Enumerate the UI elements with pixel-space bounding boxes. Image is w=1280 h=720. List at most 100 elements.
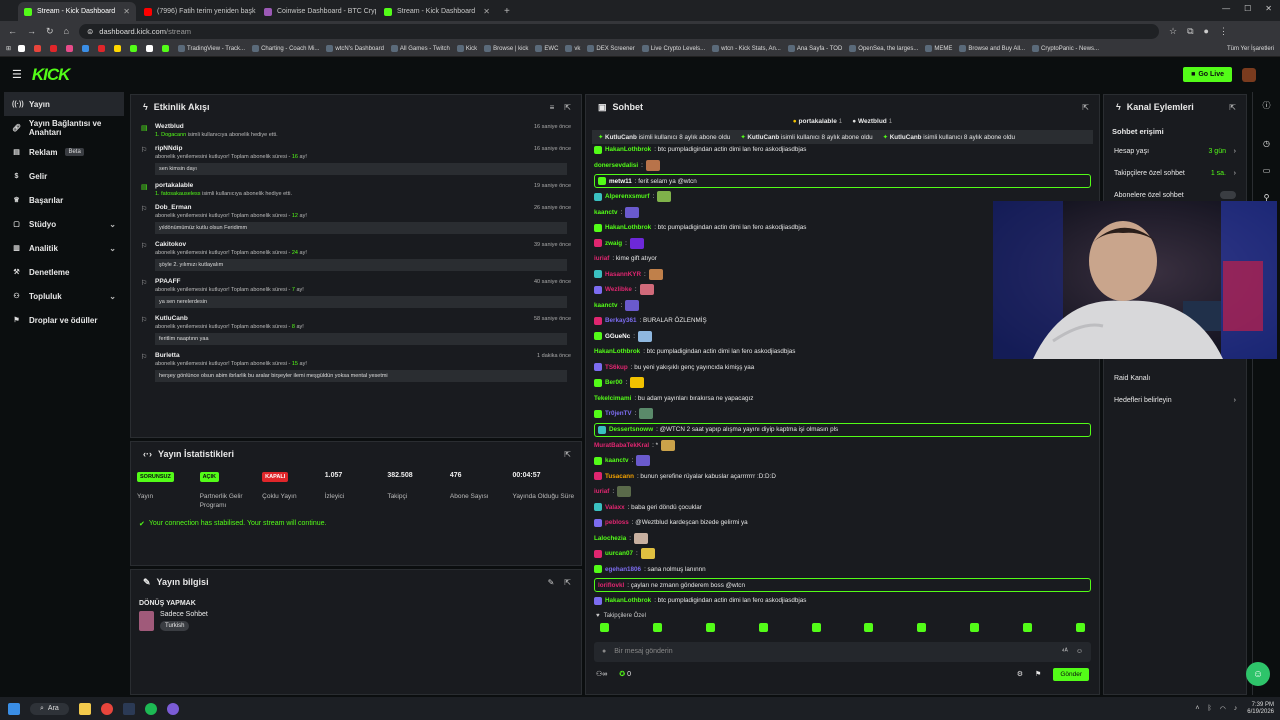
chat-username[interactable]: metw11 — [609, 178, 632, 185]
chat-username[interactable]: TS6kup — [605, 364, 628, 371]
bluetooth-icon[interactable]: ᛒ — [1207, 705, 1211, 712]
apps-icon[interactable]: ⊞ — [6, 45, 11, 52]
gear-icon[interactable]: ⚙ — [1017, 670, 1023, 678]
chat-access-row[interactable]: Hesap yaşı 3 gün › — [1104, 140, 1246, 162]
chat-message[interactable]: MuratBabaTekKral: * — [586, 438, 1099, 454]
activity-item[interactable]: ⚐ KutluCanb 58 saniye önce abonelik yenilem… — [131, 311, 581, 348]
chat-username[interactable]: pebloss — [605, 519, 629, 526]
chat-message[interactable]: TS6kup: bu yeni yakışıklı genç yayıncıda… — [586, 360, 1099, 376]
profile-icon[interactable]: ● — [1204, 26, 1209, 36]
channel-action-row[interactable]: Hedefleri belirleyin › — [1104, 389, 1246, 411]
taskbar-search[interactable]: ⌕ Ara — [30, 702, 69, 715]
chat-message[interactable]: HakanLothbrok: btc pumpladigindan actin … — [586, 142, 1099, 158]
category-thumbnail[interactable] — [139, 611, 154, 631]
file-explorer-icon[interactable] — [78, 702, 91, 715]
chat-message[interactable]: Tusacann: bunun şerefine rüyalar kabusla… — [586, 469, 1099, 485]
all-bookmarks[interactable]: Tüm Yer İşaretleri — [1227, 46, 1274, 52]
window-controls[interactable]: — ☐ ✕ — [1222, 4, 1272, 13]
sidebar-item-topluluk[interactable]: ⚇ Topluluk ⌄ — [0, 284, 128, 308]
sidebar-item-yay-n[interactable]: ((·)) Yayın — [4, 92, 124, 116]
chrome-icon[interactable] — [100, 702, 113, 715]
bookmark-item[interactable]: DEX Screener — [587, 44, 635, 52]
chat-message[interactable]: loriflovkl: çayları ne zmann gönderem bo… — [594, 578, 1091, 592]
popout-icon[interactable]: ⇱ — [564, 450, 571, 459]
pinned-gifter[interactable]: ● Weztblud 1 — [852, 118, 892, 127]
emoji-icon[interactable]: ☺ — [1076, 648, 1083, 655]
activity-item[interactable]: ▤ portakalable 19 saniye önce 1. fatosakaus… — [131, 178, 581, 200]
bookmark-item[interactable]: Browse and Buy All... — [959, 44, 1025, 52]
back-icon[interactable]: ← — [8, 26, 17, 36]
bookmark-item[interactable]: MEME — [925, 44, 952, 52]
popout-icon[interactable]: ⇱ — [1082, 103, 1089, 112]
emote-shortcut-icon[interactable] — [705, 622, 715, 632]
star-icon[interactable]: ☆ — [1169, 26, 1177, 37]
home-icon[interactable]: ⌂ — [64, 26, 69, 36]
emote-shortcut-icon[interactable] — [864, 622, 874, 632]
chat-message[interactable]: Valaxx: baba geri döndü çocuklar — [586, 500, 1099, 516]
clock[interactable]: 7:39 PM 6/19/2026 — [1247, 702, 1274, 716]
filter-icon[interactable]: ≡ — [550, 103, 555, 112]
chat-username[interactable]: HakanLothbrok — [594, 348, 640, 355]
bookmark-favicon-icon[interactable] — [146, 45, 154, 52]
chat-username[interactable]: loriflovkl — [598, 582, 624, 589]
browser-tab[interactable]: Stream - Kick Dashboard ✕ — [378, 2, 496, 21]
emote-shortcut-icon[interactable] — [917, 622, 927, 632]
sidebar-item-reklam[interactable]: ▤ Reklam Beta — [0, 140, 128, 164]
chat-message[interactable]: iuriaf: — [586, 484, 1099, 500]
chat-message[interactable]: uurcan07: — [586, 546, 1099, 562]
chat-message[interactable]: egehan1806: sana nolmuş lanınnn — [586, 562, 1099, 578]
bookmark-item[interactable]: wtcN's Dashboard — [326, 44, 384, 52]
bookmark-item[interactable]: Browse | kick — [484, 44, 528, 52]
windows-start-icon[interactable] — [8, 702, 20, 715]
emote-shortcut-icon[interactable] — [600, 622, 609, 632]
url-field[interactable]: ⊜ dashboard.kick.com/stream — [78, 23, 1159, 39]
chat-message[interactable]: Tekelcimami: bu adam yayınları bırakırsa… — [586, 391, 1099, 407]
bookmark-item[interactable]: vk — [565, 44, 580, 52]
chat-username[interactable]: Dessertsnoww — [609, 426, 653, 433]
emote-shortcut-icon[interactable] — [970, 622, 980, 632]
chat-message[interactable]: Lalochezia: — [586, 531, 1099, 547]
bookmark-item[interactable]: EWC — [535, 44, 558, 52]
chat-message[interactable]: Dessertsnoww: @WTCN 2 saat yapıp alışma … — [594, 422, 1091, 437]
bookmark-item[interactable]: Kick — [456, 44, 477, 52]
sidebar-item-droplar-ve-d-ller[interactable]: ⚑ Droplar ve ödüller — [0, 308, 128, 332]
spotify-icon[interactable] — [144, 702, 157, 715]
extensions-icon[interactable]: ⧉ — [1187, 26, 1193, 37]
edit-icon[interactable]: ✎ — [548, 578, 555, 587]
bookmark-item[interactable]: All Games - Twitch — [390, 44, 450, 52]
chat-message[interactable]: Tr0jenTV: — [586, 406, 1099, 422]
bookmark-item[interactable]: Live Crypto Levels... — [641, 44, 705, 52]
bookmark-favicon-icon[interactable] — [98, 45, 106, 52]
go-live-button[interactable]: ■ Go Live — [1183, 67, 1232, 82]
chat-username[interactable]: iuriaf — [594, 255, 609, 262]
clock-icon[interactable]: ◷ — [1253, 139, 1280, 148]
chat-input[interactable]: ● Bir mesaj gönderin ⁴ᴬ ☺ — [594, 641, 1091, 662]
sidebar-item-st-dyo[interactable]: ▢ Stüdyo ⌄ — [0, 212, 128, 236]
bookmark-favicon-icon[interactable] — [50, 45, 58, 52]
tag-pill[interactable]: Turkish — [160, 621, 190, 631]
bookmark-item[interactable]: CryptoPanic - News... — [1032, 44, 1099, 52]
chat-access-row[interactable]: Takipçilere özel sohbet 1 sa. › — [1104, 162, 1246, 184]
close-tab-icon[interactable]: ✕ — [483, 7, 490, 16]
activity-item[interactable]: ⚐ Burletta 1 dakika önce abonelik yenilemes… — [131, 348, 581, 385]
hamburger-icon[interactable]: ☰ — [12, 68, 22, 81]
gift-icon[interactable]: ⚑ — [1035, 670, 1041, 678]
menu-icon[interactable]: ⋮ — [1219, 26, 1228, 37]
category-name[interactable]: Sadece Sohbet — [160, 611, 208, 618]
new-tab-icon[interactable]: + — [498, 2, 516, 21]
minimize-icon[interactable]: — — [1222, 4, 1230, 13]
bookmark-favicon-icon[interactable] — [130, 45, 138, 52]
sidebar-item-analitik[interactable]: ▥ Analitik ⌄ — [0, 236, 128, 260]
chat-message[interactable]: donersevdalisi: — [586, 158, 1099, 174]
kick-logo[interactable]: KICK — [32, 65, 71, 85]
chat-username[interactable]: GGueNc — [605, 333, 630, 340]
chat-username[interactable]: HakanLothbrok — [605, 224, 651, 231]
wifi-icon[interactable]: ◠ — [1220, 705, 1226, 713]
activity-item[interactable]: ⚐ PPAAFF 40 saniye önce abonelik yenilemesi… — [131, 274, 581, 311]
chat-message[interactable]: pebloss: @Weztblud kardeşcan bizede geli… — [586, 515, 1099, 531]
chat-username[interactable]: HakanLothbrok — [605, 146, 651, 153]
info-icon[interactable]: ⓘ — [1253, 100, 1280, 111]
chat-username[interactable]: Lalochezia — [594, 535, 626, 542]
chat-username[interactable]: iuriaf — [594, 488, 609, 495]
help-chat-icon[interactable]: ☺ — [1246, 662, 1270, 686]
